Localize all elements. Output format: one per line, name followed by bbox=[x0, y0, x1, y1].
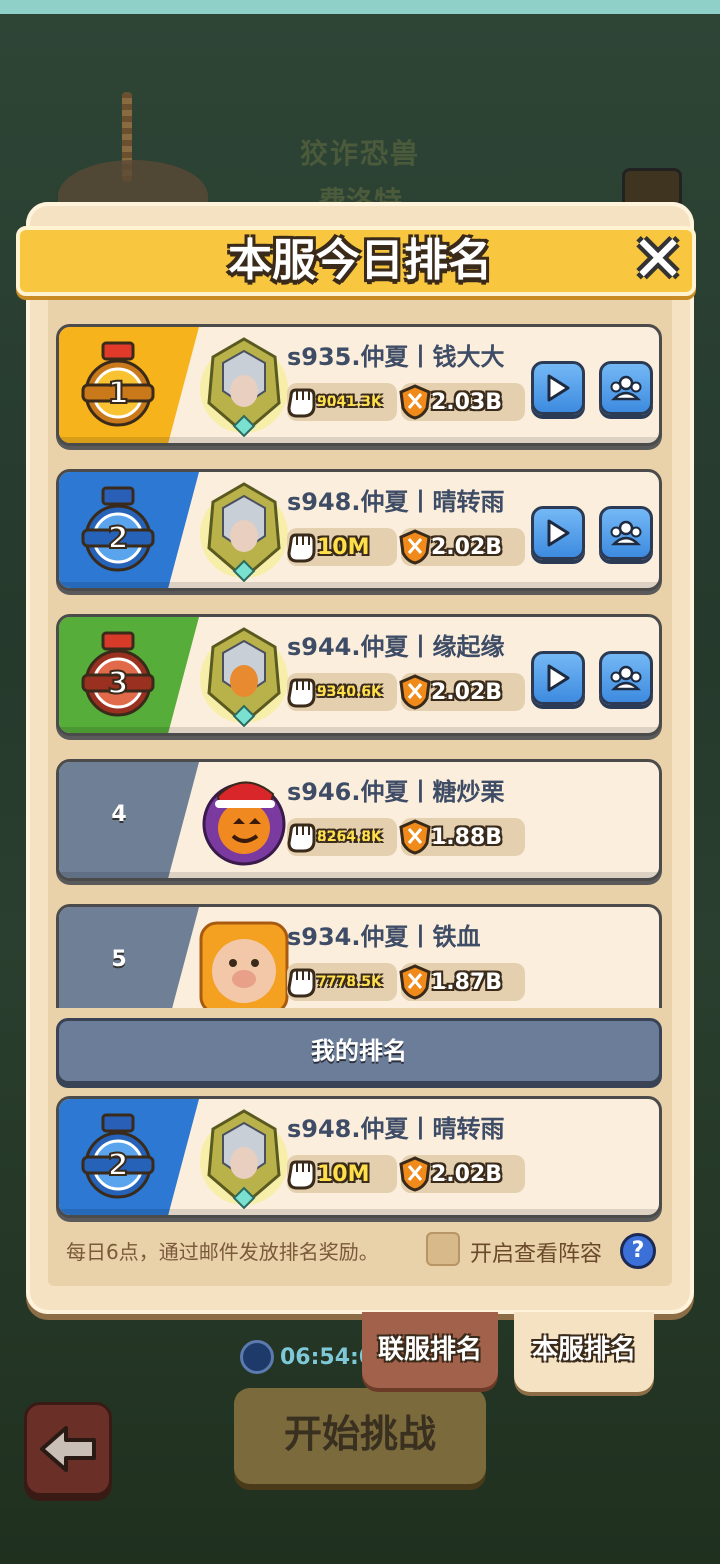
power-stat: 10M bbox=[287, 1155, 397, 1193]
player-name: s948.仲夏丨晴转雨 bbox=[287, 488, 505, 516]
combat-stat: 2.02B bbox=[399, 673, 525, 711]
power-stat: 9041.3K bbox=[287, 383, 397, 421]
power-fist-icon bbox=[287, 1160, 316, 1190]
replay-button[interactable] bbox=[531, 651, 585, 705]
combat-power-shield-icon bbox=[399, 1156, 431, 1192]
close-icon: ✕ bbox=[631, 223, 685, 297]
armored-knight-avatar bbox=[200, 337, 288, 437]
rank-number: 5 bbox=[111, 947, 127, 972]
rank-number: 4 bbox=[111, 802, 127, 827]
view-lineup-checkbox[interactable] bbox=[426, 1232, 460, 1266]
view-lineup-button[interactable] bbox=[599, 506, 653, 560]
power-value: 9340.6K bbox=[317, 684, 382, 700]
player-name: s944.仲夏丨缘起缘 bbox=[287, 633, 505, 661]
replay-button[interactable] bbox=[531, 361, 585, 415]
combat-value: 2.02B bbox=[431, 679, 503, 705]
power-value: 10M bbox=[317, 534, 370, 560]
tab-cross-server[interactable]: 联服排名 bbox=[362, 1312, 498, 1388]
play-replay-icon bbox=[547, 664, 570, 692]
combat-stat: 2.02B bbox=[399, 1155, 525, 1193]
clock-icon bbox=[240, 1340, 274, 1374]
player-name: s948.仲夏丨晴转雨 bbox=[287, 1115, 505, 1143]
ranking-row[interactable]: 2 s948.仲夏丨晴转雨 10M 2.02B bbox=[56, 469, 662, 591]
power-value: 8264.8K bbox=[317, 829, 382, 845]
arrow-left-icon bbox=[40, 1426, 96, 1472]
power-value: 10M bbox=[317, 1161, 370, 1187]
my-rank-header: 我的排名 bbox=[56, 1018, 662, 1084]
rank-medal-icon: 2 bbox=[81, 1113, 155, 1199]
svg-text:3: 3 bbox=[108, 666, 129, 701]
view-lineup-button[interactable] bbox=[599, 651, 653, 705]
power-value: 9041.3K bbox=[317, 394, 382, 410]
power-stat: 8264.8K bbox=[287, 818, 397, 856]
combat-value: 1.87B bbox=[431, 969, 503, 995]
ranking-row[interactable]: 1 s935.仲夏丨钱大大 9041.3K 2.03B bbox=[56, 324, 662, 446]
power-fist-icon bbox=[287, 388, 316, 418]
combat-power-shield-icon bbox=[399, 674, 431, 710]
combat-value: 2.02B bbox=[431, 1161, 503, 1187]
start-challenge-button[interactable]: 开始挑战 bbox=[234, 1388, 486, 1484]
close-button[interactable]: ✕ bbox=[626, 228, 690, 292]
golden-warrior-avatar bbox=[200, 627, 288, 727]
row-shadow bbox=[59, 582, 659, 588]
power-fist-icon bbox=[287, 968, 316, 998]
power-stat: 7778.5K bbox=[287, 963, 397, 1001]
team-lineup-icon bbox=[610, 375, 642, 401]
power-stat: 10M bbox=[287, 528, 397, 566]
combat-stat: 2.03B bbox=[399, 383, 525, 421]
combat-value: 2.02B bbox=[431, 534, 503, 560]
combat-value: 2.03B bbox=[431, 389, 503, 415]
ranking-row[interactable]: 3 s944.仲夏丨缘起缘 9340.6K 2.02B bbox=[56, 614, 662, 736]
row-shadow bbox=[59, 872, 659, 878]
help-button[interactable]: ? bbox=[620, 1233, 656, 1269]
combat-power-shield-icon bbox=[399, 529, 431, 565]
dialog-title: 本服今日排名 bbox=[228, 235, 492, 286]
power-value: 7778.5K bbox=[317, 974, 382, 990]
combat-power-shield-icon bbox=[399, 384, 431, 420]
row-shadow bbox=[59, 1209, 659, 1215]
ranking-row[interactable]: 2 s948.仲夏丨晴转雨 10M 2.02B bbox=[56, 1096, 662, 1218]
power-fist-icon bbox=[287, 823, 316, 853]
ranking-list[interactable]: 1 s935.仲夏丨钱大大 9041.3K 2.03B 2 s948.仲夏丨晴转… bbox=[56, 324, 664, 1008]
timer-text: 06:54:0 bbox=[280, 1344, 375, 1370]
countdown-timer: 06:54:0 bbox=[240, 1340, 374, 1374]
combat-power-shield-icon bbox=[399, 964, 431, 1000]
armored-knight-avatar bbox=[200, 1109, 288, 1209]
power-fist-icon bbox=[287, 678, 316, 708]
reward-note: 每日6点，通过邮件发放排名奖励。 bbox=[66, 1240, 379, 1264]
svg-text:2: 2 bbox=[108, 521, 129, 556]
svg-text:1: 1 bbox=[108, 376, 129, 411]
tab-local-server[interactable]: 本服排名 bbox=[514, 1312, 654, 1392]
ranking-row[interactable]: 5 s934.仲夏丨铁血 7778.5K 1.87B bbox=[56, 904, 662, 1008]
armored-knight-avatar bbox=[200, 482, 288, 582]
combat-power-shield-icon bbox=[399, 819, 431, 855]
team-lineup-icon bbox=[610, 520, 642, 546]
view-lineup-label: 开启查看阵容 bbox=[470, 1242, 603, 1267]
play-replay-icon bbox=[547, 519, 570, 547]
player-name: s935.仲夏丨钱大大 bbox=[287, 343, 505, 371]
combat-value: 1.88B bbox=[431, 824, 503, 850]
power-stat: 9340.6K bbox=[287, 673, 397, 711]
replay-button[interactable] bbox=[531, 506, 585, 560]
view-lineup-button[interactable] bbox=[599, 361, 653, 415]
back-button[interactable] bbox=[24, 1402, 112, 1496]
play-replay-icon bbox=[547, 374, 570, 402]
power-fist-icon bbox=[287, 533, 316, 563]
ranking-row[interactable]: 4 s946.仲夏丨糖炒栗 8264.8K 1.88B bbox=[56, 759, 662, 881]
combat-stat: 1.87B bbox=[399, 963, 525, 1001]
rank-medal-icon: 2 bbox=[81, 486, 155, 572]
pumpkin-avatar bbox=[202, 781, 286, 866]
player-name: s934.仲夏丨铁血 bbox=[287, 923, 481, 951]
piglet-avatar bbox=[199, 921, 289, 1008]
row-shadow bbox=[59, 437, 659, 443]
team-lineup-icon bbox=[610, 665, 642, 691]
combat-stat: 1.88B bbox=[399, 818, 525, 856]
player-name: s946.仲夏丨糖炒栗 bbox=[287, 778, 505, 806]
svg-text:2: 2 bbox=[108, 1148, 129, 1183]
rank-medal-icon: 1 bbox=[81, 341, 155, 427]
combat-stat: 2.02B bbox=[399, 528, 525, 566]
boss-title: 狡诈恐兽 bbox=[299, 137, 420, 170]
rank-medal-icon: 3 bbox=[81, 631, 155, 717]
row-shadow bbox=[59, 727, 659, 733]
